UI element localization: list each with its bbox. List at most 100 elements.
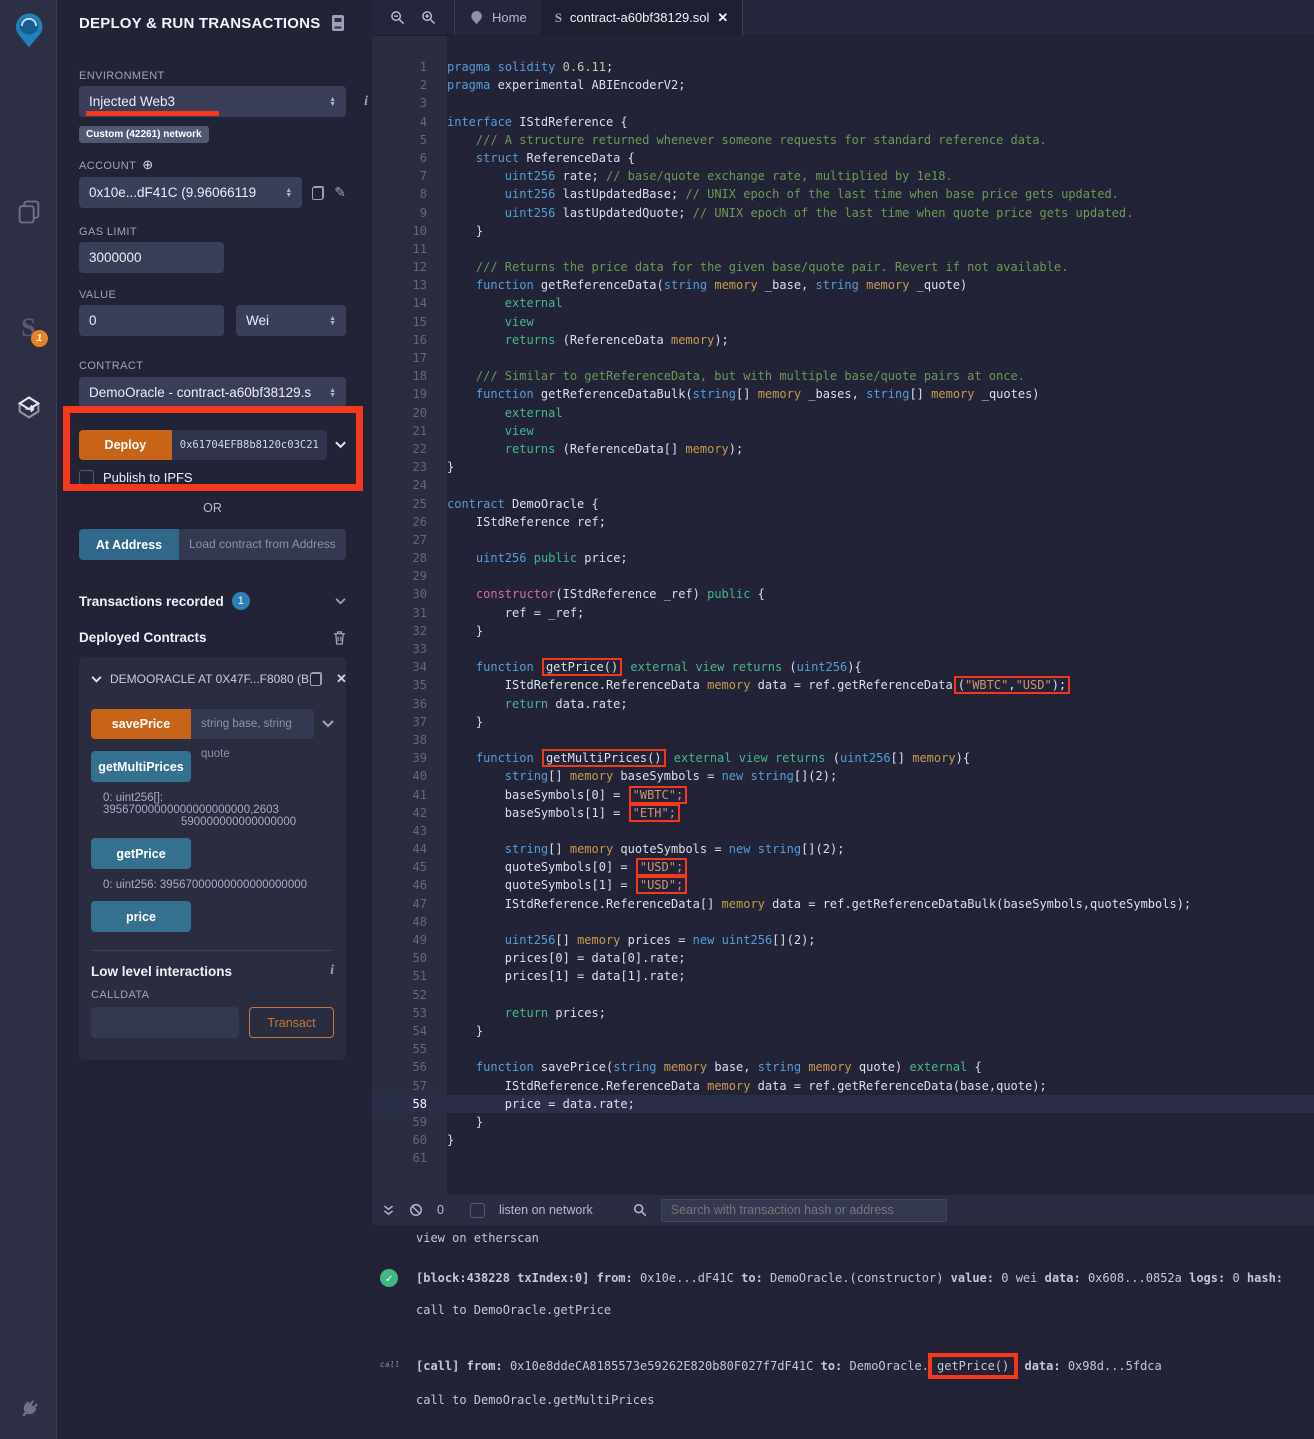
code-line[interactable]: 28 uint256 public price; [372,549,1314,567]
close-tab-icon[interactable]: ✕ [717,10,728,26]
tab-contract-file[interactable]: S contract-a60bf38129.sol ✕ [541,0,744,36]
terminal-line[interactable]: call to DemoOracle.getMultiPrices [372,1393,1314,1407]
code-line[interactable]: 60} [372,1131,1314,1149]
tab-home[interactable]: Home [454,0,541,36]
code-line[interactable]: 23} [372,458,1314,476]
code-line[interactable]: 14 external [372,294,1314,312]
code-line[interactable]: 50 prices[0] = data[0].rate; [372,949,1314,967]
code-line[interactable]: 8 uint256 lastUpdatedBase; // UNIX epoch… [372,185,1314,203]
copy-icon[interactable] [312,186,324,200]
code-line[interactable]: 16 returns (ReferenceData memory); [372,331,1314,349]
code-line[interactable]: 33 [372,640,1314,658]
zoom-in-icon[interactable] [421,10,436,25]
edit-icon[interactable]: ✎ [334,184,346,201]
chevron-down-icon[interactable] [322,720,334,728]
code-line[interactable]: 5 /// A structure returned whenever some… [372,131,1314,149]
getmultiprices-button[interactable]: getMultiPrices [91,751,191,782]
account-select[interactable]: 0x10e...dF41C (9.96066119 ▲▼ [79,177,302,208]
code-line[interactable]: 30 constructor(IStdReference _ref) publi… [372,585,1314,603]
code-line[interactable]: 42 baseSymbols[1] = "ETH"; [372,804,1314,822]
value-unit-select[interactable]: Wei ▲▼ [236,305,346,336]
code-line[interactable]: 47 IStdReference.ReferenceData[] memory … [372,895,1314,913]
code-line[interactable]: 13 function getReferenceData(string memo… [372,276,1314,294]
info-icon[interactable]: i [364,94,368,110]
transact-button[interactable]: Transact [249,1007,334,1038]
contract-select[interactable]: DemoOracle - contract-a60bf38129.s ▲▼ [79,377,346,408]
code-line[interactable]: 43 [372,822,1314,840]
code-line[interactable]: 45 quoteSymbols[0] = "USD"; [372,858,1314,876]
deploy-run-icon[interactable] [0,388,57,428]
clear-terminal-icon[interactable] [409,1203,423,1217]
at-address-input[interactable]: Load contract from Address [179,529,346,560]
terminal-search-input[interactable] [661,1199,947,1222]
close-icon[interactable]: ✕ [336,671,347,687]
deploy-arg-input[interactable]: 0x61704EFB8b8120c03C21 [172,430,327,460]
code-line[interactable]: 56 function savePrice(string memory base… [372,1058,1314,1076]
chevron-down-icon[interactable] [91,676,102,683]
code-line[interactable]: 10 } [372,222,1314,240]
code-line[interactable]: 41 baseSymbols[0] = "WBTC"; [372,786,1314,804]
chevron-down-icon[interactable] [335,441,346,449]
copy-icon[interactable] [310,672,322,686]
at-address-button[interactable]: At Address [79,529,179,560]
listen-network-checkbox[interactable] [470,1203,485,1218]
code-line[interactable]: 12 /// Returns the price data for the gi… [372,258,1314,276]
code-line[interactable]: 61 [372,1149,1314,1167]
getprice-button[interactable]: getPrice [91,838,191,869]
saveprice-args-input[interactable]: string base, string quote [191,709,314,739]
terminal-line[interactable]: view on etherscan [372,1231,1314,1245]
code-line[interactable]: 15 view [372,313,1314,331]
solidity-compiler-icon[interactable]: S1 [0,308,57,348]
price-button[interactable]: price [91,901,191,932]
code-line[interactable]: 2pragma experimental ABIEncoderV2; [372,76,1314,94]
terminal-line[interactable]: call to DemoOracle.getPrice [372,1303,1314,1317]
code-line[interactable]: 49 uint256[] memory prices = new uint256… [372,931,1314,949]
code-line[interactable]: 40 string[] memory baseSymbols = new str… [372,767,1314,785]
code-line[interactable]: 55 [372,1040,1314,1058]
code-line[interactable]: 17 [372,349,1314,367]
calldata-input[interactable] [91,1007,239,1038]
code-line[interactable]: 4interface IStdReference { [372,113,1314,131]
zoom-out-icon[interactable] [390,10,405,25]
trash-icon[interactable] [333,630,346,645]
code-line[interactable]: 35 IStdReference.ReferenceData memory da… [372,676,1314,694]
code-line[interactable]: 1pragma solidity 0.6.11; [372,58,1314,76]
code-line[interactable]: 20 external [372,404,1314,422]
gas-limit-input[interactable]: 3000000 [79,242,224,273]
code-line[interactable]: 25contract DemoOracle { [372,495,1314,513]
code-line[interactable]: 53 return prices; [372,1004,1314,1022]
expand-terminal-icon[interactable] [382,1204,395,1217]
code-line[interactable]: 27 [372,531,1314,549]
code-line[interactable]: 7 uint256 rate; // base/quote exchange r… [372,167,1314,185]
code-line[interactable]: 39 function getMultiPrices() external vi… [372,749,1314,767]
code-line[interactable]: 51 prices[1] = data[1].rate; [372,967,1314,985]
code-line[interactable]: 29 [372,567,1314,585]
code-line[interactable]: 44 string[] memory quoteSymbols = new st… [372,840,1314,858]
add-account-icon[interactable]: ⊕ [142,157,153,172]
chevron-down-icon[interactable] [335,598,346,605]
code-line[interactable]: 46 quoteSymbols[1] = "USD"; [372,876,1314,894]
code-line[interactable]: 3 [372,94,1314,112]
code-line[interactable]: 22 returns (ReferenceData[] memory); [372,440,1314,458]
code-line[interactable]: 19 function getReferenceDataBulk(string[… [372,385,1314,403]
environment-select[interactable]: Injected Web3 ▲▼ i [79,86,346,117]
code-line[interactable]: 38 [372,731,1314,749]
file-explorer-icon[interactable] [0,192,57,232]
code-line[interactable]: 52 [372,986,1314,1004]
code-line[interactable]: 48 [372,913,1314,931]
code-line[interactable]: 11 [372,240,1314,258]
code-line[interactable]: 59 } [372,1113,1314,1131]
saveprice-button[interactable]: savePrice [91,709,191,739]
code-line[interactable]: 6 struct ReferenceData { [372,149,1314,167]
code-line[interactable]: 9 uint256 lastUpdatedQuote; // UNIX epoc… [372,204,1314,222]
plugin-manager-icon[interactable] [0,1391,57,1427]
code-line[interactable]: 36 return data.rate; [372,695,1314,713]
code-line[interactable]: 18 /// Similar to getReferenceData, but … [372,367,1314,385]
code-line[interactable]: 32 } [372,622,1314,640]
publish-ipfs-checkbox[interactable] [79,470,94,485]
info-icon[interactable]: i [330,963,334,979]
code-line[interactable]: 57 IStdReference.ReferenceData memory da… [372,1077,1314,1095]
code-line[interactable]: 58 price = data.rate; [372,1095,1314,1113]
code-line[interactable]: 37 } [372,713,1314,731]
code-line[interactable]: 26 IStdReference ref; [372,513,1314,531]
